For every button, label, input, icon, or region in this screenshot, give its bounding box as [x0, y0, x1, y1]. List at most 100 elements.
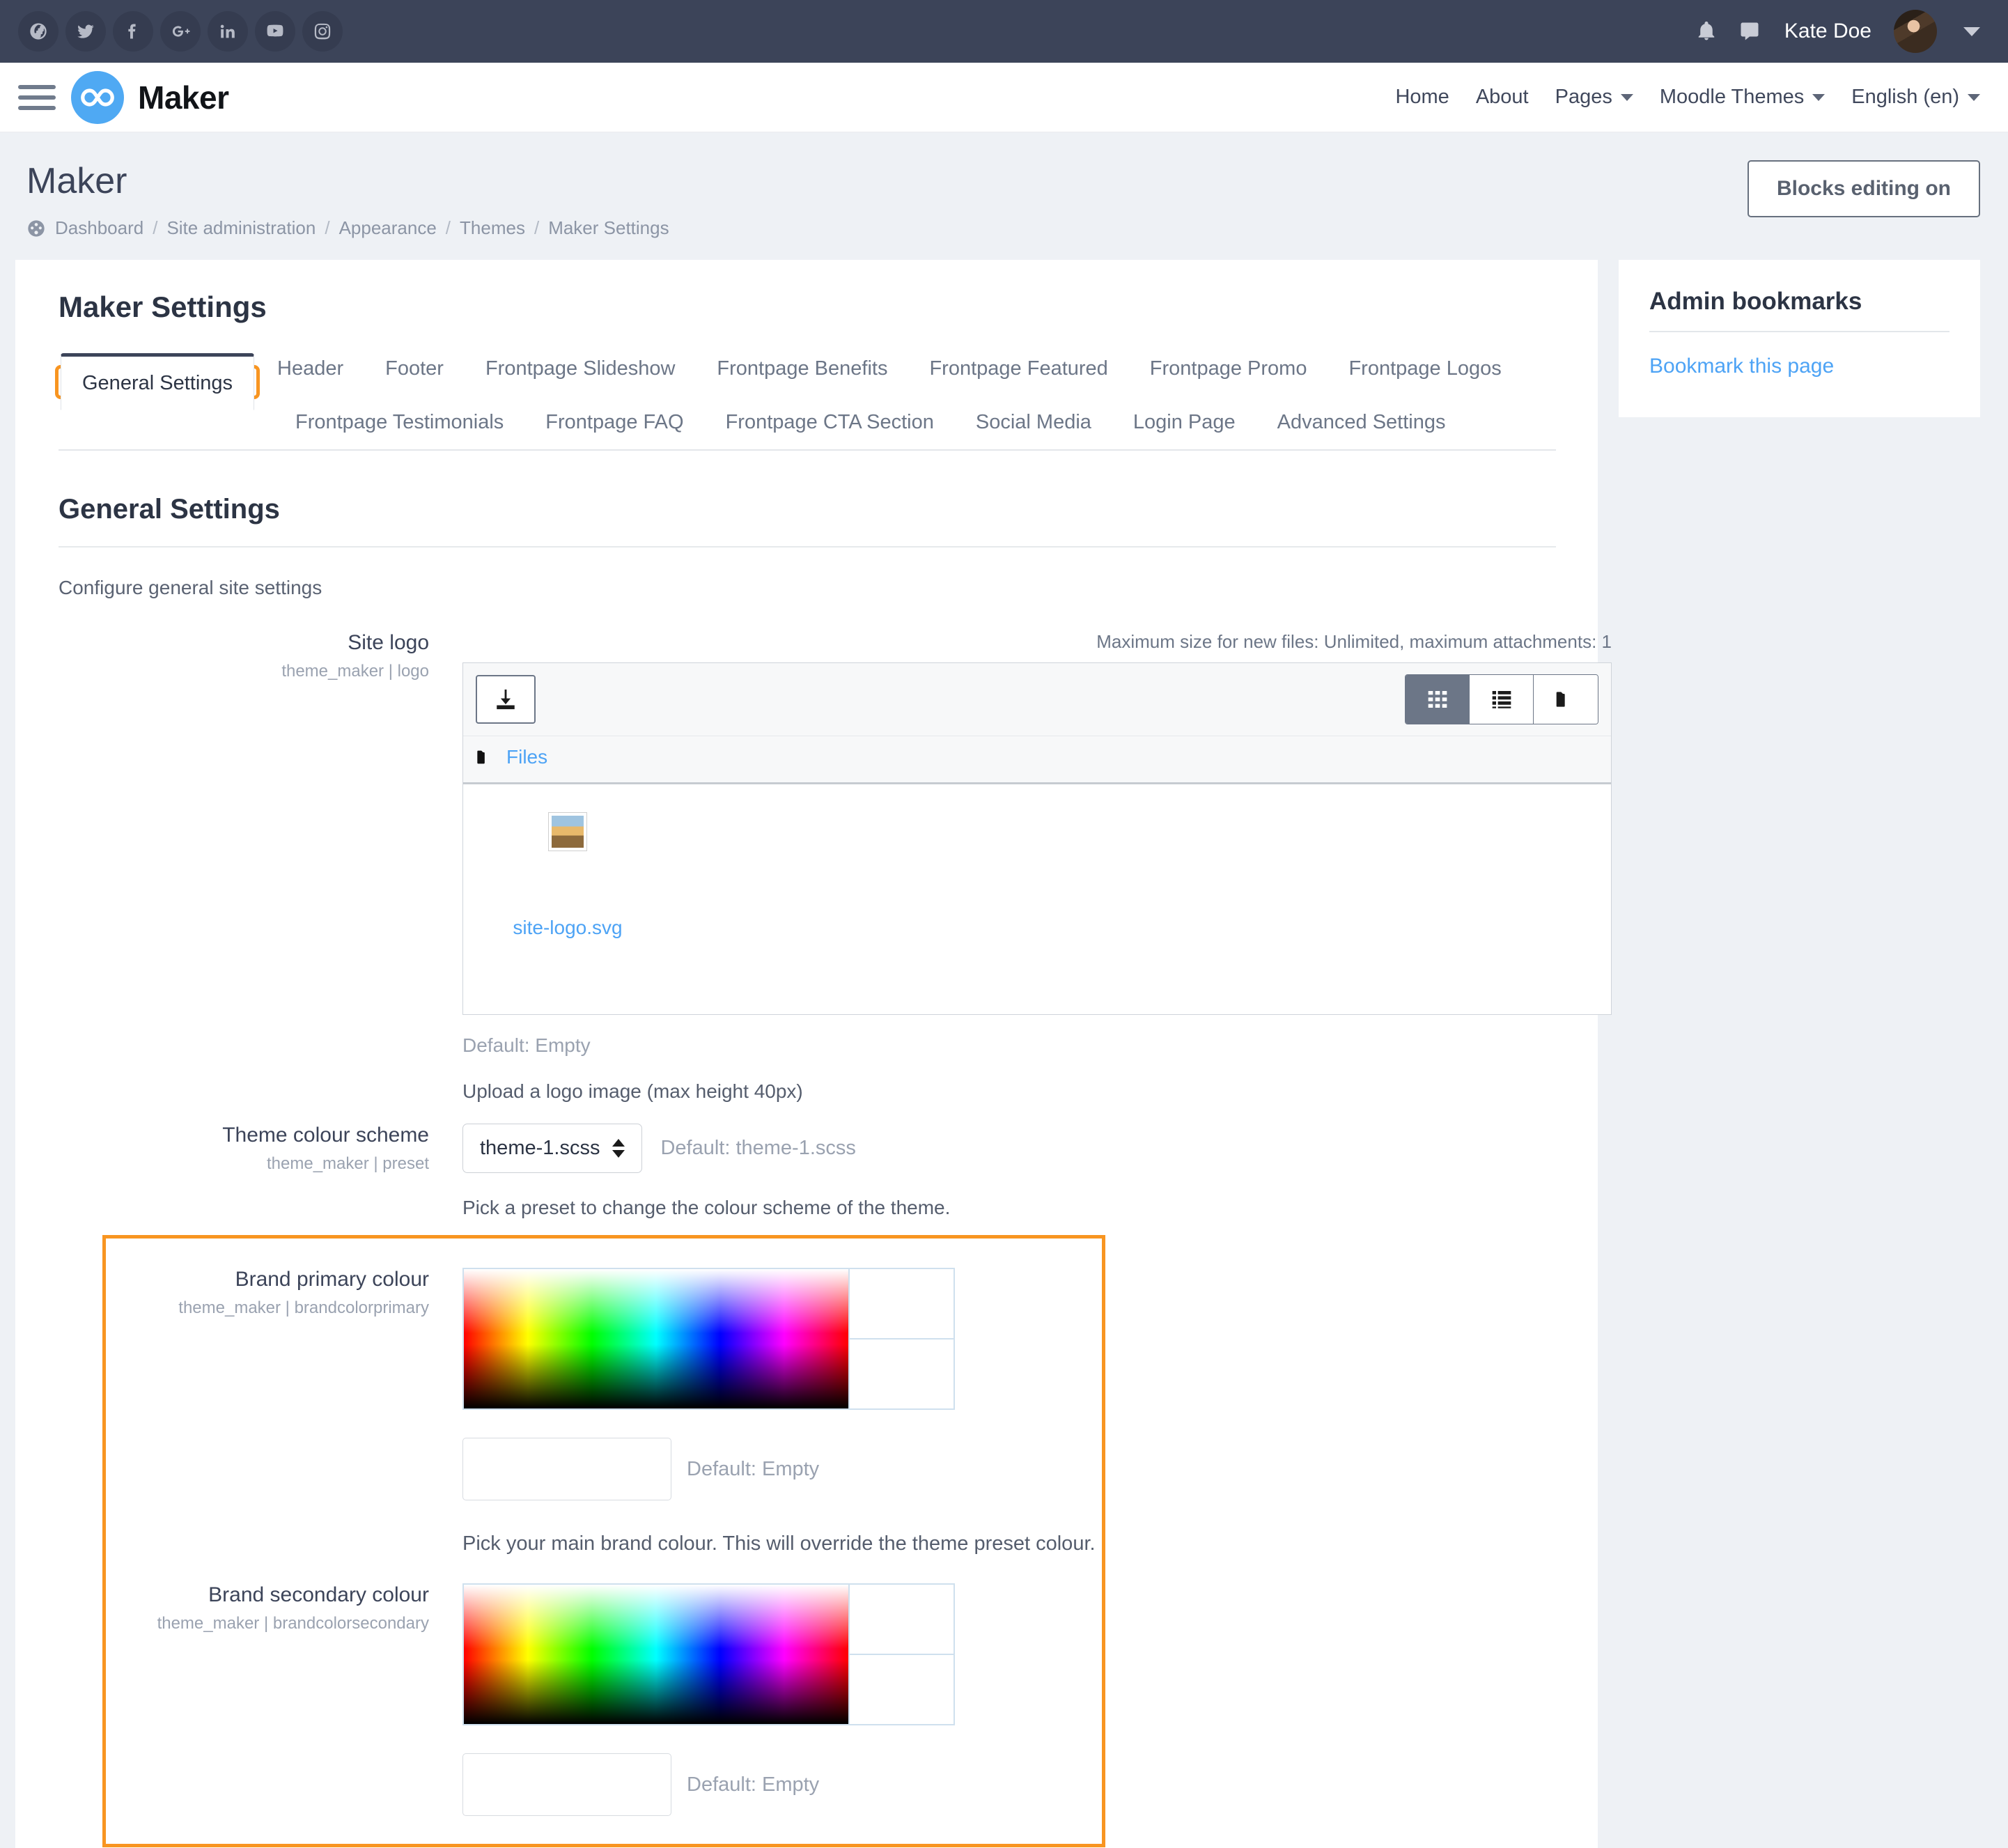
dashboard-icon — [26, 219, 46, 238]
theme-scheme-control: theme-1.scss Default: theme-1.scss Pick … — [462, 1124, 1556, 1219]
brand-primary-colour-picker[interactable] — [462, 1268, 955, 1410]
colour-current-swatch[interactable] — [850, 1340, 954, 1408]
nav-link-label: Moodle Themes — [1659, 86, 1805, 108]
twitter-icon[interactable] — [65, 11, 106, 52]
theme-scheme-default: Default: theme-1.scss — [660, 1137, 856, 1159]
brand-secondary-control: Default: Empty — [462, 1583, 1102, 1816]
file-picker: Files site-logo.svg — [462, 662, 1612, 1015]
tab-general-settings[interactable]: General Settings — [61, 353, 255, 410]
admin-bookmarks-title: Admin bookmarks — [1649, 288, 1949, 332]
linkedin-icon[interactable] — [208, 11, 248, 52]
tab-footer[interactable]: Footer — [364, 342, 465, 396]
breadcrumb-item-themes[interactable]: Themes — [460, 217, 525, 239]
settings-content-card: Maker Settings General Settings Header F… — [15, 260, 1612, 1848]
breadcrumb-separator: / — [534, 217, 540, 238]
settings-tabs-row-1: General Settings Header Footer Frontpage… — [54, 342, 1556, 410]
page-title: Maker — [26, 161, 127, 201]
colour-gradient-area[interactable] — [464, 1585, 848, 1724]
tab-frontpage-logos[interactable]: Frontpage Logos — [1328, 342, 1522, 396]
tab-advanced-settings[interactable]: Advanced Settings — [1256, 396, 1467, 449]
breadcrumb-item-site-administration[interactable]: Site administration — [166, 217, 316, 239]
topbar-user-area: Kate Doe — [1692, 10, 1980, 53]
nav-link-home[interactable]: Home — [1395, 86, 1449, 109]
brand-logo[interactable]: Maker — [71, 70, 229, 124]
google-plus-icon[interactable] — [160, 11, 201, 52]
grid-view-icon[interactable] — [1406, 675, 1470, 724]
chevron-down-icon — [1812, 93, 1826, 101]
user-name[interactable]: Kate Doe — [1784, 20, 1871, 43]
nav-link-language[interactable]: English (en) — [1851, 86, 1980, 109]
image-icon — [552, 816, 584, 848]
facebook-icon[interactable] — [113, 11, 153, 52]
general-settings-title: General Settings — [59, 494, 1556, 548]
globe-icon[interactable] — [18, 11, 59, 52]
field-theme-colour-scheme: Theme colour scheme theme_maker | preset… — [59, 1124, 1556, 1219]
brand-secondary-input[interactable] — [462, 1753, 671, 1816]
tab-frontpage-promo[interactable]: Frontpage Promo — [1129, 342, 1328, 396]
settings-heading: Maker Settings — [59, 290, 267, 323]
tab-login-page[interactable]: Login Page — [1112, 396, 1256, 449]
tab-frontpage-testimonials[interactable]: Frontpage Testimonials — [274, 396, 524, 449]
youtube-icon[interactable] — [255, 11, 295, 52]
field-site-logo: Site logo theme_maker | logo Maximum siz… — [59, 631, 1612, 1103]
tab-frontpage-faq[interactable]: Frontpage FAQ — [524, 396, 704, 449]
brand-primary-default: Default: Empty — [687, 1457, 820, 1480]
tab-frontpage-cta-section[interactable]: Frontpage CTA Section — [705, 396, 955, 449]
avatar[interactable] — [1894, 10, 1937, 53]
chat-bubble-icon[interactable] — [1736, 17, 1764, 45]
theme-scheme-value: theme-1.scss — [480, 1137, 600, 1159]
upload-file-icon[interactable] — [476, 675, 536, 724]
nav-link-pages[interactable]: Pages — [1555, 86, 1633, 109]
file-picker-toolbar — [463, 663, 1611, 736]
brand-primary-control: Default: Empty Pick your main brand colo… — [462, 1268, 1102, 1555]
site-logo-default: Default: Empty — [462, 1034, 591, 1056]
brand-primary-help: Pick your main brand colour. This will o… — [462, 1532, 1096, 1555]
file-picker-breadcrumb-files[interactable]: Files — [506, 746, 547, 768]
brand-secondary-label-wrap: Brand secondary colour theme_maker | bra… — [106, 1583, 462, 1816]
bell-icon[interactable] — [1692, 17, 1720, 45]
brand-name: Maker — [138, 79, 229, 116]
brand-secondary-default: Default: Empty — [687, 1773, 820, 1796]
folder-icon — [477, 750, 485, 764]
theme-scheme-select[interactable]: theme-1.scss — [462, 1124, 643, 1173]
tree-view-icon[interactable] — [1534, 675, 1598, 724]
bookmark-this-page-link[interactable]: Bookmark this page — [1649, 355, 1834, 378]
breadcrumb-item-dashboard[interactable]: Dashboard — [55, 217, 143, 239]
brand-primary-sublabel: theme_maker | brandcolorprimary — [178, 1298, 429, 1317]
colour-preview-swatch[interactable] — [850, 1269, 954, 1340]
page-layout: Maker Settings General Settings Header F… — [0, 260, 2008, 1848]
select-spinner-icon — [612, 1139, 625, 1158]
nav-link-moodle-themes[interactable]: Moodle Themes — [1659, 86, 1826, 109]
colour-preview-swatch[interactable] — [850, 1585, 954, 1655]
brand-primary-label-wrap: Brand primary colour theme_maker | brand… — [106, 1268, 462, 1555]
chevron-down-icon[interactable] — [1963, 26, 1980, 36]
page-header: Maker Dashboard / Site administration / … — [0, 132, 2008, 260]
blocks-editing-button[interactable]: Blocks editing on — [1747, 160, 1980, 217]
social-icon-list — [18, 11, 343, 52]
tab-frontpage-featured[interactable]: Frontpage Featured — [908, 342, 1128, 396]
brand-secondary-input-row: Default: Empty — [462, 1753, 1102, 1816]
active-tab-highlight: General Settings — [54, 353, 260, 410]
file-item[interactable]: site-logo.svg — [498, 812, 637, 939]
field-brand-primary-colour: Brand primary colour theme_maker | brand… — [106, 1268, 1102, 1555]
colour-gradient-area[interactable] — [464, 1269, 848, 1408]
tab-frontpage-slideshow[interactable]: Frontpage Slideshow — [465, 342, 696, 396]
instagram-icon[interactable] — [302, 11, 343, 52]
brand-primary-input[interactable] — [462, 1438, 671, 1500]
infinity-icon — [71, 70, 124, 124]
settings-tabs-row-2: Frontpage Testimonials Frontpage FAQ Fro… — [274, 396, 1556, 449]
colour-current-swatch[interactable] — [850, 1655, 954, 1724]
tab-frontpage-benefits[interactable]: Frontpage Benefits — [696, 342, 908, 396]
tab-header[interactable]: Header — [256, 342, 364, 396]
file-picker-breadcrumb: Files — [463, 736, 1611, 784]
hamburger-menu-icon[interactable] — [18, 79, 56, 116]
nav-link-label: About — [1475, 86, 1529, 108]
site-logo-control: Maximum size for new files: Unlimited, m… — [462, 631, 1612, 1103]
nav-link-about[interactable]: About — [1476, 86, 1529, 109]
brand-secondary-colour-picker[interactable] — [462, 1583, 955, 1725]
list-view-icon[interactable] — [1470, 675, 1534, 724]
breadcrumb-item-maker-settings: Maker Settings — [548, 217, 669, 238]
file-name[interactable]: site-logo.svg — [498, 917, 637, 939]
tab-social-media[interactable]: Social Media — [955, 396, 1112, 449]
breadcrumb-item-appearance[interactable]: Appearance — [339, 217, 437, 239]
